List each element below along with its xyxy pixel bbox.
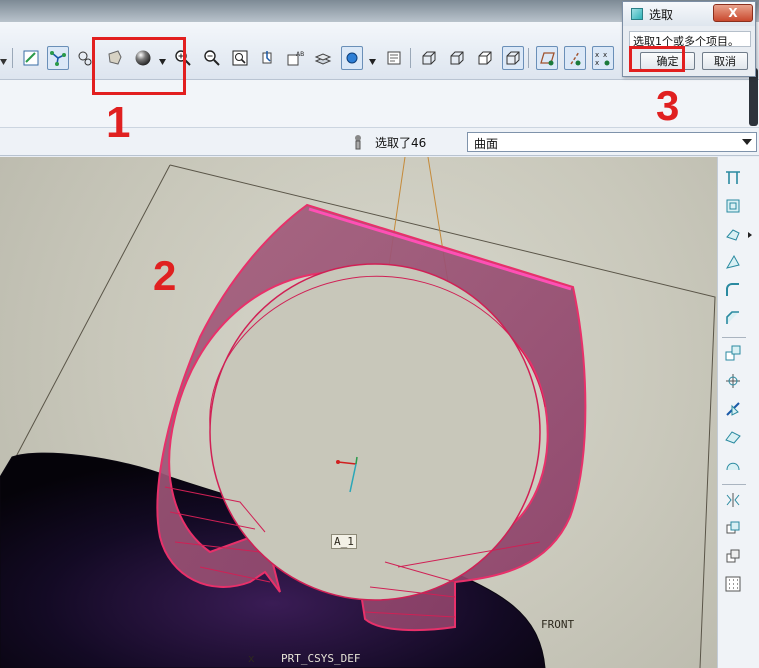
datum-points-icon[interactable]: xxx: [592, 46, 614, 70]
saved-views-icon[interactable]: AB: [284, 46, 306, 70]
cancel-button[interactable]: 取消: [702, 52, 748, 70]
refit-icon[interactable]: [229, 46, 251, 70]
no-hidden-icon[interactable]: [474, 46, 496, 70]
selection-filter-dropdown[interactable]: 曲面: [467, 132, 757, 152]
selection-filter-value: 曲面: [474, 137, 499, 151]
offset-icon[interactable]: [722, 489, 744, 511]
sweep-icon[interactable]: [722, 251, 744, 273]
toolbar-overflow-icon[interactable]: [0, 54, 7, 65]
dialog-titlebar[interactable]: 选取 X: [623, 2, 755, 26]
boundary-icon[interactable]: [722, 454, 744, 476]
svg-text:AB: AB: [296, 51, 304, 58]
csys-label[interactable]: PRT_CSYS_DEF: [281, 652, 360, 665]
thicken-icon[interactable]: [722, 517, 744, 539]
pattern-icon[interactable]: [722, 342, 744, 364]
ring-inner-hole: [209, 263, 541, 601]
round-icon[interactable]: [722, 279, 744, 301]
selected-count-text: 选取了46: [375, 136, 427, 150]
csys-prefix: x: [248, 652, 255, 665]
grid-icon[interactable]: [722, 573, 744, 595]
layers-icon[interactable]: [312, 46, 334, 70]
annotation-three: 3: [656, 82, 680, 129]
axis-label[interactable]: A_1: [331, 534, 357, 549]
datum-axes-icon[interactable]: [564, 46, 586, 70]
annotation-box-3: [629, 46, 685, 72]
chevron-down-icon[interactable]: [742, 139, 752, 145]
hidden-line-icon[interactable]: [446, 46, 468, 70]
appearance-icon[interactable]: [341, 46, 363, 70]
annotation-box-1: [92, 37, 186, 95]
dialog-app-icon: [631, 8, 643, 20]
svg-text:x: x: [595, 51, 599, 59]
graphics-viewport[interactable]: A_1 FRONT x PRT_CSYS_DEF 2: [0, 157, 717, 668]
solidify-icon[interactable]: [722, 545, 744, 567]
zoom-out-icon[interactable]: [201, 46, 223, 70]
sketch-icon[interactable]: [722, 167, 744, 189]
annotation-two: 2: [153, 252, 177, 299]
svg-text:x: x: [603, 51, 607, 59]
dialog-title: 选取: [649, 7, 674, 22]
extrude-icon[interactable]: [722, 195, 744, 217]
app-window: AB xxx 选取了46 曲面 A_1 FRONT x PRT_CSYS_DEF…: [0, 0, 759, 668]
orient-icon[interactable]: [256, 46, 278, 70]
repaint-icon[interactable]: [20, 46, 42, 70]
datum-display-icon[interactable]: [47, 46, 69, 70]
front-plane-label[interactable]: FRONT: [541, 618, 574, 631]
mirror-icon[interactable]: [722, 370, 744, 392]
close-button[interactable]: X: [713, 4, 753, 22]
wireframe-icon[interactable]: [418, 46, 440, 70]
chamfer-icon[interactable]: [722, 307, 744, 329]
annotation-one: 1: [106, 98, 131, 147]
model-canvas[interactable]: [0, 157, 717, 668]
revolve-icon[interactable]: [722, 223, 744, 245]
model-tree-icon[interactable]: [383, 46, 405, 70]
feature-toolbar: [717, 157, 759, 668]
revolve-more-icon[interactable]: [748, 232, 752, 238]
selection-status-icon: [348, 132, 368, 152]
merge-icon[interactable]: [722, 426, 744, 448]
trim-icon[interactable]: [722, 398, 744, 420]
shaded-icon[interactable]: [502, 46, 524, 70]
datum-planes-icon[interactable]: [536, 46, 558, 70]
svg-text:x: x: [595, 59, 599, 67]
dialog-message: 选取1个或多个项目。: [629, 31, 751, 47]
appearance-dropdown-icon[interactable]: [369, 54, 376, 65]
